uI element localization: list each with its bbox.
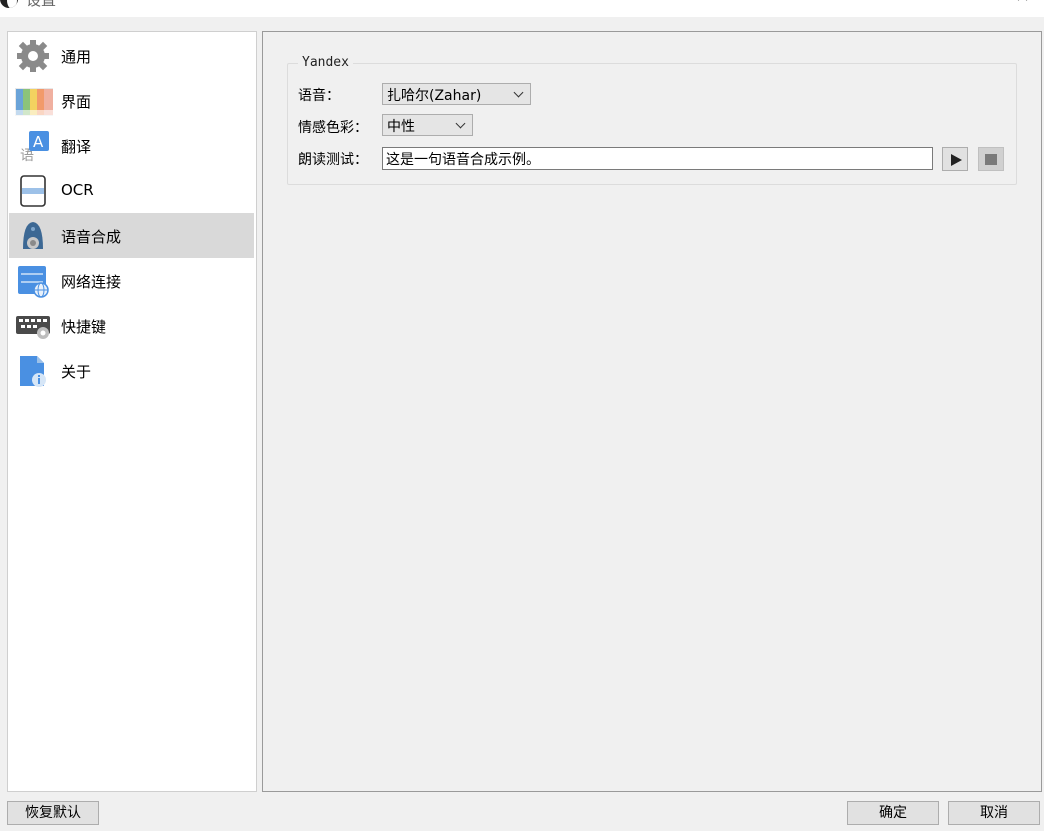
ocr-icon bbox=[20, 175, 46, 207]
stop-icon bbox=[985, 154, 997, 165]
ok-button[interactable]: 确定 bbox=[847, 801, 939, 825]
window-title: 设置 bbox=[26, 0, 57, 9]
chevron-down-icon bbox=[513, 87, 524, 98]
test-text-input[interactable] bbox=[382, 147, 933, 170]
sidebar-item-label: 关于 bbox=[61, 363, 92, 381]
stop-button[interactable] bbox=[978, 147, 1004, 171]
emotion-label: 情感色彩： bbox=[298, 120, 368, 136]
sidebar-item-tts[interactable]: 语音合成 bbox=[9, 213, 254, 258]
group-title: Yandex bbox=[298, 55, 353, 70]
sidebar-item-label: 翻译 bbox=[61, 138, 92, 156]
translate-icon: 语 A bbox=[20, 131, 49, 163]
settings-sidebar: 通用 界面 语 A 翻译 OCR 语音合成 网络连接 快捷键 关于 bbox=[7, 31, 257, 792]
voice-select[interactable]: 扎哈尔(Zahar) bbox=[382, 83, 531, 105]
test-label: 朗读测试： bbox=[298, 152, 368, 168]
chevron-down-icon bbox=[455, 118, 466, 129]
sidebar-item-network[interactable]: 网络连接 bbox=[9, 258, 254, 303]
sidebar-item-label: 语音合成 bbox=[61, 228, 122, 246]
sidebar-item-label: OCR bbox=[61, 181, 94, 199]
voice-select-value: 扎哈尔(Zahar) bbox=[387, 88, 482, 104]
sidebar-item-shortcuts[interactable]: 快捷键 bbox=[9, 303, 254, 348]
sidebar-item-interface[interactable]: 界面 bbox=[9, 78, 254, 123]
settings-content-panel: Yandex 语音： 扎哈尔(Zahar) 情感色彩： 中性 朗读测试： bbox=[262, 31, 1042, 792]
sidebar-item-general[interactable]: 通用 bbox=[9, 33, 254, 78]
cancel-button[interactable]: 取消 bbox=[948, 801, 1040, 825]
emotion-select-value: 中性 bbox=[387, 119, 415, 135]
emotion-select[interactable]: 中性 bbox=[382, 114, 473, 136]
speaker-icon bbox=[23, 222, 43, 249]
help-icon[interactable]: ? bbox=[962, 0, 969, 4]
voice-label: 语音： bbox=[298, 88, 340, 104]
sidebar-item-label: 快捷键 bbox=[61, 318, 107, 336]
sidebar-item-label: 网络连接 bbox=[61, 273, 122, 291]
close-icon[interactable]: ✕ bbox=[1015, 0, 1030, 7]
sidebar-item-ocr[interactable]: OCR bbox=[9, 168, 254, 213]
yandex-groupbox: Yandex 语音： 扎哈尔(Zahar) 情感色彩： 中性 朗读测试： bbox=[287, 55, 1017, 185]
sidebar-item-label: 通用 bbox=[61, 48, 92, 66]
palette-icon bbox=[15, 88, 53, 116]
gear-icon bbox=[17, 40, 49, 72]
title-bar: 设置 ? ✕ bbox=[0, 0, 1044, 17]
app-logo-icon bbox=[0, 0, 18, 8]
sidebar-item-translate[interactable]: 语 A 翻译 bbox=[9, 123, 254, 168]
sidebar-item-label: 界面 bbox=[61, 93, 92, 111]
play-button[interactable] bbox=[942, 147, 968, 171]
keyboard-icon bbox=[16, 316, 50, 339]
svg-text:A: A bbox=[33, 133, 44, 151]
play-icon bbox=[951, 154, 962, 166]
network-icon bbox=[18, 266, 49, 298]
sidebar-item-about[interactable]: 关于 bbox=[9, 348, 254, 393]
restore-defaults-button[interactable]: 恢复默认 bbox=[7, 801, 99, 825]
info-icon bbox=[20, 356, 46, 387]
